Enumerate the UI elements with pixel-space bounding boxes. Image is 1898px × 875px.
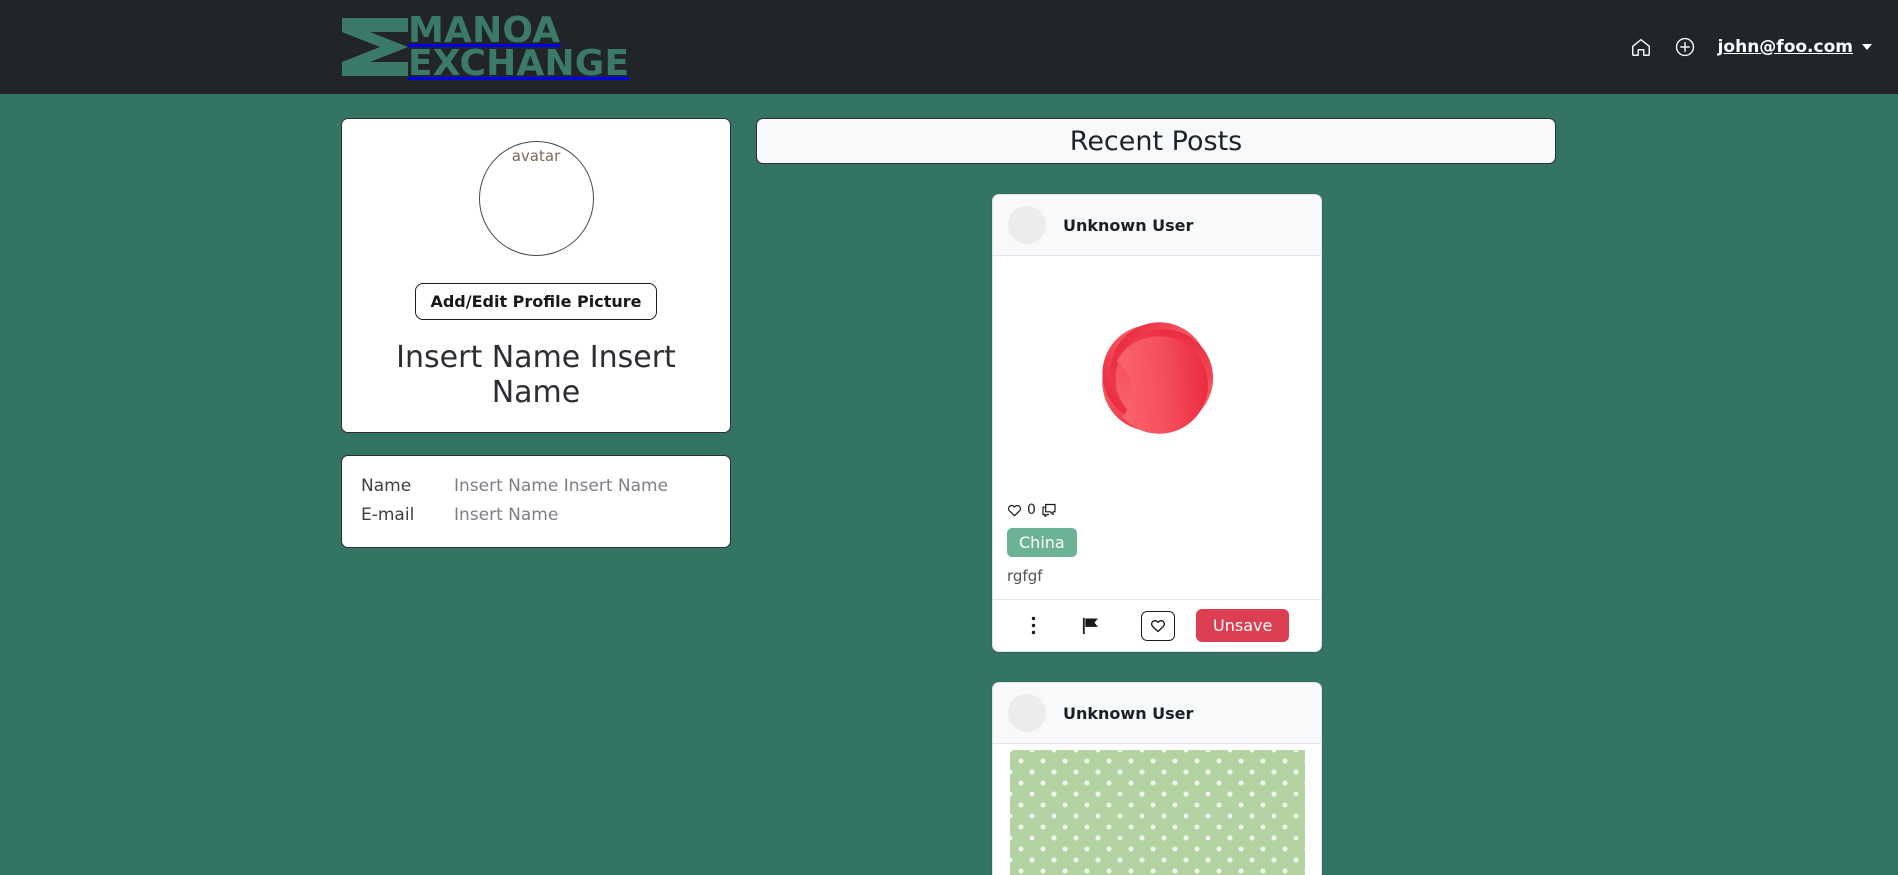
- posts-list: Unknown User 0 China rgfgf Unsave Unknow…: [992, 194, 1322, 875]
- info-row-email: E-mail Insert Name: [361, 505, 711, 525]
- top-navbar: MANOA EXCHANGE john@foo.com: [0, 0, 1898, 94]
- post-card: Unknown User: [992, 194, 1322, 652]
- post-header: Unknown User: [993, 683, 1321, 744]
- page-title: Insert Name Insert Name: [396, 340, 676, 410]
- vertical-dots-menu-icon[interactable]: [1007, 616, 1059, 635]
- profile-column: avatar Add/Edit Profile Picture Insert N…: [341, 118, 731, 548]
- profile-info-card: Name Insert Name Insert Name E-mail Inse…: [341, 455, 731, 548]
- plus-circle-icon[interactable]: [1674, 36, 1696, 58]
- post-author-name: Unknown User: [1063, 703, 1194, 723]
- post-meta: 0 China rgfgf: [993, 494, 1321, 599]
- info-label: Name: [361, 476, 412, 496]
- green-polka-dot-image: [1009, 750, 1305, 875]
- post-media: [993, 256, 1321, 494]
- add-edit-profile-picture-button[interactable]: Add/Edit Profile Picture: [415, 283, 657, 320]
- comment-bubble-icon[interactable]: [1041, 503, 1057, 518]
- profile-card: avatar Add/Edit Profile Picture Insert N…: [341, 118, 731, 433]
- user-menu-dropdown[interactable]: john@foo.com: [1718, 37, 1872, 57]
- unsave-button[interactable]: Unsave: [1196, 609, 1290, 642]
- user-avatar-placeholder-icon: [1008, 206, 1046, 244]
- home-icon[interactable]: [1630, 36, 1652, 58]
- post-action-bar: Unsave: [993, 599, 1321, 651]
- post-stats-row: 0: [1007, 502, 1307, 518]
- post-tag-badge[interactable]: China: [1007, 528, 1077, 557]
- info-row-name: Name Insert Name Insert Name: [361, 476, 711, 496]
- navbar-right-group: john@foo.com: [1630, 36, 1872, 58]
- info-value: Insert Name Insert Name: [454, 476, 669, 496]
- post-card: Unknown User: [992, 682, 1322, 875]
- flag-icon[interactable]: [1059, 616, 1121, 635]
- page-body: avatar Add/Edit Profile Picture Insert N…: [0, 94, 1898, 875]
- recent-posts-header: Recent Posts: [756, 118, 1556, 164]
- brand-line-2: EXCHANGE: [408, 43, 630, 84]
- heart-outline-icon[interactable]: [1007, 503, 1022, 518]
- chevron-down-icon: [1862, 44, 1872, 50]
- brand-logo[interactable]: MANOA EXCHANGE: [340, 12, 630, 84]
- avatar: avatar: [478, 141, 594, 256]
- user-email-label: john@foo.com: [1717, 37, 1853, 57]
- avatar-alt-text: avatar: [511, 147, 561, 165]
- post-author-name: Unknown User: [1063, 215, 1194, 235]
- info-value: Insert Name: [454, 505, 559, 525]
- post-caption: rgfgf: [1007, 567, 1043, 585]
- favorite-heart-button[interactable]: [1141, 610, 1175, 641]
- like-count: 0: [1027, 502, 1036, 518]
- posts-column: Recent Posts Unknown User 0 China rgfgf …: [756, 118, 1556, 875]
- user-avatar-placeholder-icon: [1008, 694, 1046, 732]
- sigma-logo-icon: [342, 18, 408, 76]
- info-label: E-mail: [361, 505, 415, 525]
- red-flower-pinwheel-image: [1102, 322, 1214, 434]
- post-header: Unknown User: [993, 195, 1321, 256]
